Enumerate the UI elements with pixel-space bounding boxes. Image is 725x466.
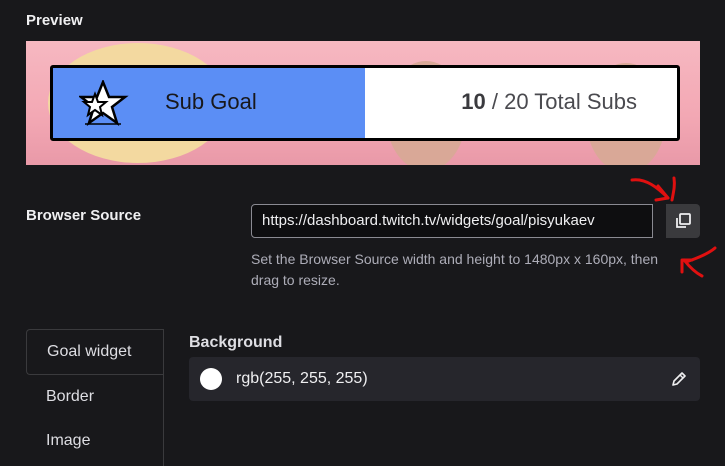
browser-source-help: Set the Browser Source width and height … — [251, 251, 659, 288]
tab-divider — [163, 329, 164, 466]
background-color-field[interactable]: rgb(255, 255, 255) — [189, 357, 700, 401]
goal-total: / 20 Total Subs — [491, 89, 637, 114]
browser-source-url-field[interactable]: https://dashboard.twitch.tv/widgets/goal… — [251, 204, 653, 238]
goal-label: Sub Goal — [165, 89, 257, 114]
browser-source-label: Browser Source — [26, 207, 142, 224]
tab-goal-widget[interactable]: Goal widget — [26, 329, 164, 375]
goal-progress-fill: Sub Goal — [53, 68, 365, 138]
background-title: Background — [189, 334, 283, 351]
star-icon — [79, 80, 129, 127]
preview-title: Preview — [26, 12, 83, 29]
color-swatch[interactable] — [200, 368, 222, 390]
goal-count: 10 / 20 Total Subs — [461, 89, 637, 115]
pencil-icon[interactable] — [670, 370, 688, 388]
background-color-value: rgb(255, 255, 255) — [236, 370, 368, 387]
tab-border[interactable]: Border — [26, 375, 164, 419]
goal-preview: Sub Goal 10 / 20 Total Subs — [26, 41, 700, 165]
tab-image[interactable]: Image — [26, 419, 164, 463]
copy-icon — [676, 213, 691, 228]
widget-tabs: Goal widget Border Image — [26, 329, 164, 463]
goal-current: 10 — [461, 89, 486, 114]
goal-progress-bar: Sub Goal 10 / 20 Total Subs — [50, 65, 680, 141]
copy-url-button[interactable] — [666, 204, 700, 238]
